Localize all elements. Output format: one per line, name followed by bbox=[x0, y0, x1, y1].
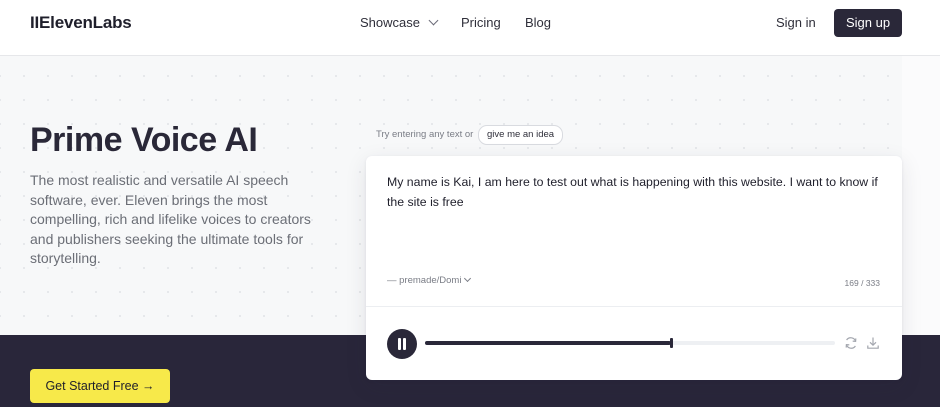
voice-label: — premade/Domi bbox=[387, 275, 462, 286]
nav-blog[interactable]: Blog bbox=[525, 15, 551, 30]
tts-demo-card: My name is Kai, I am here to test out wh… bbox=[366, 156, 902, 380]
page-edge bbox=[902, 56, 940, 335]
char-counter: 169 / 333 bbox=[844, 278, 880, 288]
nav-showcase-label: Showcase bbox=[360, 15, 420, 30]
nav-pricing[interactable]: Pricing bbox=[461, 15, 501, 30]
audio-progress-handle[interactable] bbox=[670, 338, 673, 348]
pause-icon-bar bbox=[403, 338, 406, 350]
idea-hint: Try entering any text or bbox=[376, 129, 474, 140]
refresh-icon[interactable] bbox=[844, 336, 858, 350]
divider bbox=[366, 306, 902, 307]
hero-subtitle: The most realistic and versatile AI spee… bbox=[30, 172, 311, 266]
audio-progress-bar[interactable] bbox=[425, 338, 835, 348]
pause-icon bbox=[398, 338, 401, 350]
sign-up-button[interactable]: Sign up bbox=[834, 9, 902, 37]
audio-progress-fill bbox=[425, 341, 671, 345]
pause-button[interactable] bbox=[387, 329, 417, 359]
voice-selector[interactable]: — premade/Domi bbox=[387, 274, 472, 286]
page-title: Prime Voice AI bbox=[30, 121, 258, 159]
tts-text-input[interactable]: My name is Kai, I am here to test out wh… bbox=[387, 173, 887, 212]
give-idea-button[interactable]: give me an idea bbox=[478, 125, 564, 145]
top-nav-bar: IIElevenLabs Showcase Pricing Blog Sign … bbox=[0, 0, 940, 56]
chevron-down-icon bbox=[464, 274, 472, 283]
nav-showcase[interactable]: Showcase bbox=[360, 15, 439, 30]
chevron-down-icon bbox=[428, 15, 439, 26]
download-icon[interactable] bbox=[866, 336, 880, 350]
sign-in-link[interactable]: Sign in bbox=[776, 15, 816, 30]
get-started-button[interactable]: Get Started Free → bbox=[30, 369, 170, 403]
